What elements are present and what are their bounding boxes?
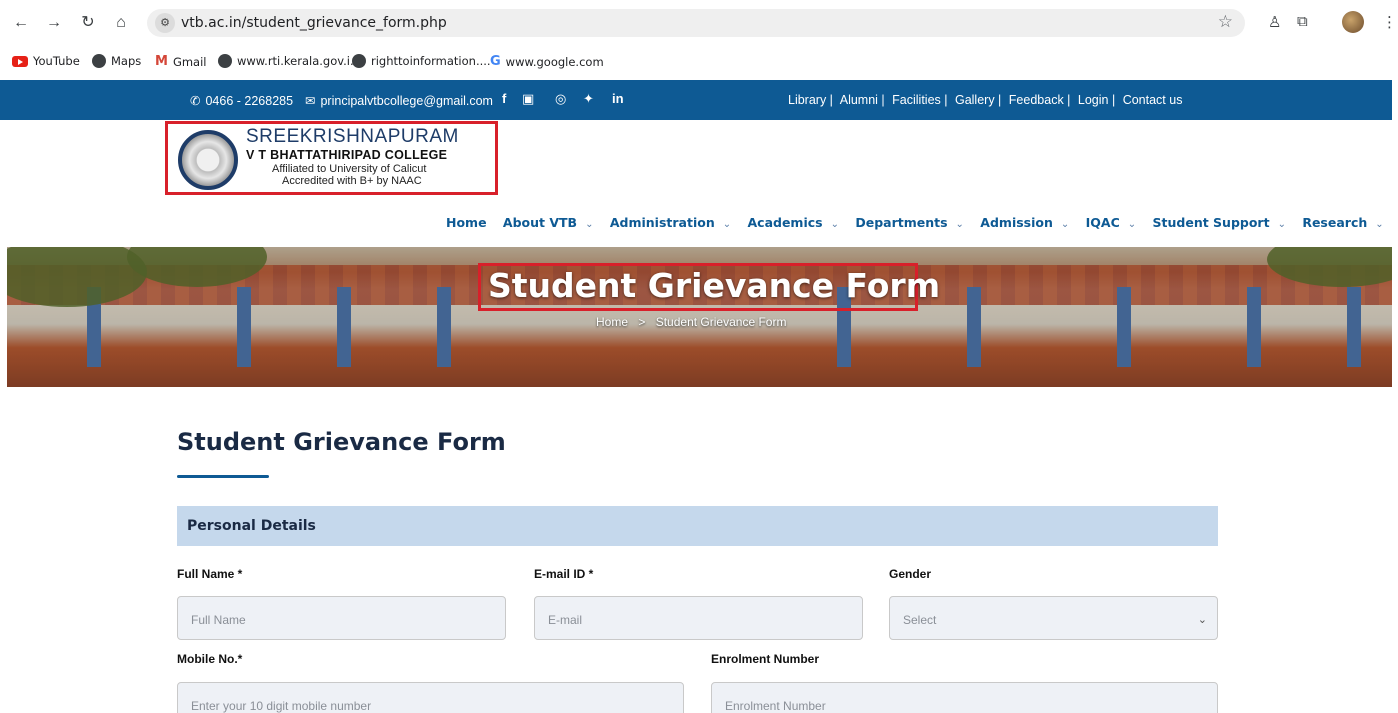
browser-toolbar: ← → ↻ ⌂ ⚙ vtb.ac.in/student_grievance_fo… <box>0 0 1398 46</box>
bookmark-rti-kerala[interactable]: www.rti.kerala.gov.i... <box>218 54 361 68</box>
gmail-icon: M <box>155 54 168 69</box>
extensions-icon[interactable]: ⧉ <box>1297 13 1308 30</box>
top-info-bar: ✆ 0466 - 2268285 ✉ principalvtbcollege@gma… <box>0 80 1392 120</box>
nav-departments[interactable]: Departments ⌄ <box>855 215 970 230</box>
nav-about[interactable]: About VTB ⌄ <box>503 215 600 230</box>
email-label: E-mail ID * <box>534 567 594 581</box>
logo-affiliation: Affiliated to University of Calicut <box>272 163 427 175</box>
globe-icon <box>92 54 106 68</box>
phone-contact[interactable]: ✆ 0466 - 2268285 <box>190 93 293 109</box>
nav-research[interactable]: Research ⌄ <box>1302 215 1389 230</box>
chevron-down-icon: ⌄ <box>585 219 594 230</box>
section-title: Personal Details <box>187 518 316 534</box>
forward-icon[interactable]: → <box>43 12 65 34</box>
chevron-down-icon: ⌄ <box>1375 219 1384 230</box>
menu-dots-icon[interactable]: ⋮ <box>1382 13 1397 31</box>
link-facilities[interactable]: Facilities | <box>892 93 947 107</box>
globe-icon <box>352 54 366 68</box>
section-header-personal: Personal Details <box>177 506 1218 546</box>
page-title: Student Grievance Form <box>177 428 506 456</box>
nav-academics[interactable]: Academics ⌄ <box>747 215 845 230</box>
youtube-icon <box>12 55 28 67</box>
mobile-input[interactable]: Enter your 10 digit mobile number <box>177 682 684 713</box>
facebook-icon[interactable]: f <box>502 91 506 106</box>
mail-icon: ✉ <box>305 94 316 108</box>
logo-subtitle: V T BHATTATHIRIPAD COLLEGE <box>246 148 448 162</box>
enrolment-input[interactable]: Enrolment Number <box>711 682 1218 713</box>
full-name-input[interactable]: Full Name <box>177 596 506 640</box>
link-contact[interactable]: Contact us <box>1123 93 1183 107</box>
chevron-down-icon: ⌄ <box>722 219 732 230</box>
email-contact[interactable]: ✉ principalvtbcollege@gmail.com <box>305 93 493 109</box>
breadcrumb-separator: > <box>638 315 646 329</box>
link-gallery[interactable]: Gallery | <box>955 93 1001 107</box>
site-info-icon[interactable]: ⚙ <box>155 13 175 33</box>
link-feedback[interactable]: Feedback | <box>1009 93 1071 107</box>
title-underline <box>177 475 269 478</box>
link-library[interactable]: Library | <box>788 93 833 107</box>
home-icon[interactable]: ⌂ <box>110 12 132 34</box>
link-login[interactable]: Login | <box>1078 93 1115 107</box>
gender-selected-value: Select <box>903 613 937 627</box>
globe-icon <box>218 54 232 68</box>
bookmark-star-icon[interactable]: ☆ <box>1218 12 1233 32</box>
breadcrumb: Home > Student Grievance Form <box>596 315 793 329</box>
bookmark-google[interactable]: Gwww.google.com <box>490 54 604 69</box>
profile-avatar[interactable] <box>1342 11 1364 33</box>
google-icon: G <box>490 54 501 69</box>
bookmark-youtube[interactable]: YouTube <box>12 54 80 68</box>
chevron-down-icon: ⌄ <box>830 219 839 230</box>
full-name-label: Full Name * <box>177 567 243 581</box>
nav-home[interactable]: Home <box>446 215 493 230</box>
nav-administration[interactable]: Administration ⌄ <box>610 215 737 230</box>
chevron-down-icon: ⌄ <box>1277 219 1286 230</box>
url-text[interactable]: vtb.ac.in/student_grievance_form.php <box>181 15 447 31</box>
logo-accreditation: Accredited with B+ by NAAC <box>282 175 422 187</box>
account-icon[interactable]: ♙ <box>1268 13 1281 31</box>
twitter-icon[interactable]: ✦ <box>583 91 594 107</box>
bookmark-righttoinformation[interactable]: righttoinformation.... <box>352 54 491 68</box>
bookmark-gmail[interactable]: M Gmail <box>155 54 207 69</box>
banner-title: Student Grievance Form <box>488 266 941 305</box>
phone-icon: ✆ <box>190 94 201 108</box>
college-seal-icon <box>178 130 238 190</box>
nav-student-support[interactable]: Student Support ⌄ <box>1153 215 1292 230</box>
bookmarks-bar: YouTube Maps M Gmail www.rti.kerala.gov.i… <box>0 46 1398 78</box>
email-input[interactable]: E-mail <box>534 596 863 640</box>
chevron-down-icon: ⌄ <box>955 219 964 230</box>
nav-iqac[interactable]: IQAC ⌄ <box>1086 215 1143 230</box>
link-alumni[interactable]: Alumni | <box>840 93 885 107</box>
logo-title: SREEKRISHNAPURAM <box>246 126 459 147</box>
main-navigation: Home About VTB ⌄ Administration ⌄ Academic… <box>446 215 1396 230</box>
mobile-label: Mobile No.* <box>177 652 243 666</box>
gender-select[interactable]: Select ⌄ <box>889 596 1218 640</box>
nav-admission[interactable]: Admission ⌄ <box>980 215 1075 230</box>
youtube-social-icon[interactable]: ▣ <box>522 91 534 107</box>
gender-label: Gender <box>889 567 932 581</box>
back-icon[interactable]: ← <box>10 12 32 34</box>
enrolment-label: Enrolment Number <box>711 652 820 666</box>
chevron-down-icon: ⌄ <box>1060 219 1070 230</box>
top-links: Library | Alumni | Facilities | Gallery … <box>788 93 1186 107</box>
chevron-down-icon: ⌄ <box>1197 614 1207 626</box>
bookmark-maps[interactable]: Maps <box>92 54 141 68</box>
address-bar[interactable]: ⚙ vtb.ac.in/student_grievance_form.php ☆ <box>147 9 1245 37</box>
chevron-down-icon: ⌄ <box>1127 219 1137 230</box>
reload-icon[interactable]: ↻ <box>77 12 99 34</box>
breadcrumb-current: Student Grievance Form <box>655 315 787 329</box>
breadcrumb-home[interactable]: Home <box>596 315 628 329</box>
instagram-icon[interactable]: ◎ <box>555 91 566 107</box>
college-logo[interactable]: SREEKRISHNAPURAM V T BHATTATHIRIPAD COLL… <box>165 121 498 195</box>
linkedin-icon[interactable]: in <box>612 91 624 106</box>
